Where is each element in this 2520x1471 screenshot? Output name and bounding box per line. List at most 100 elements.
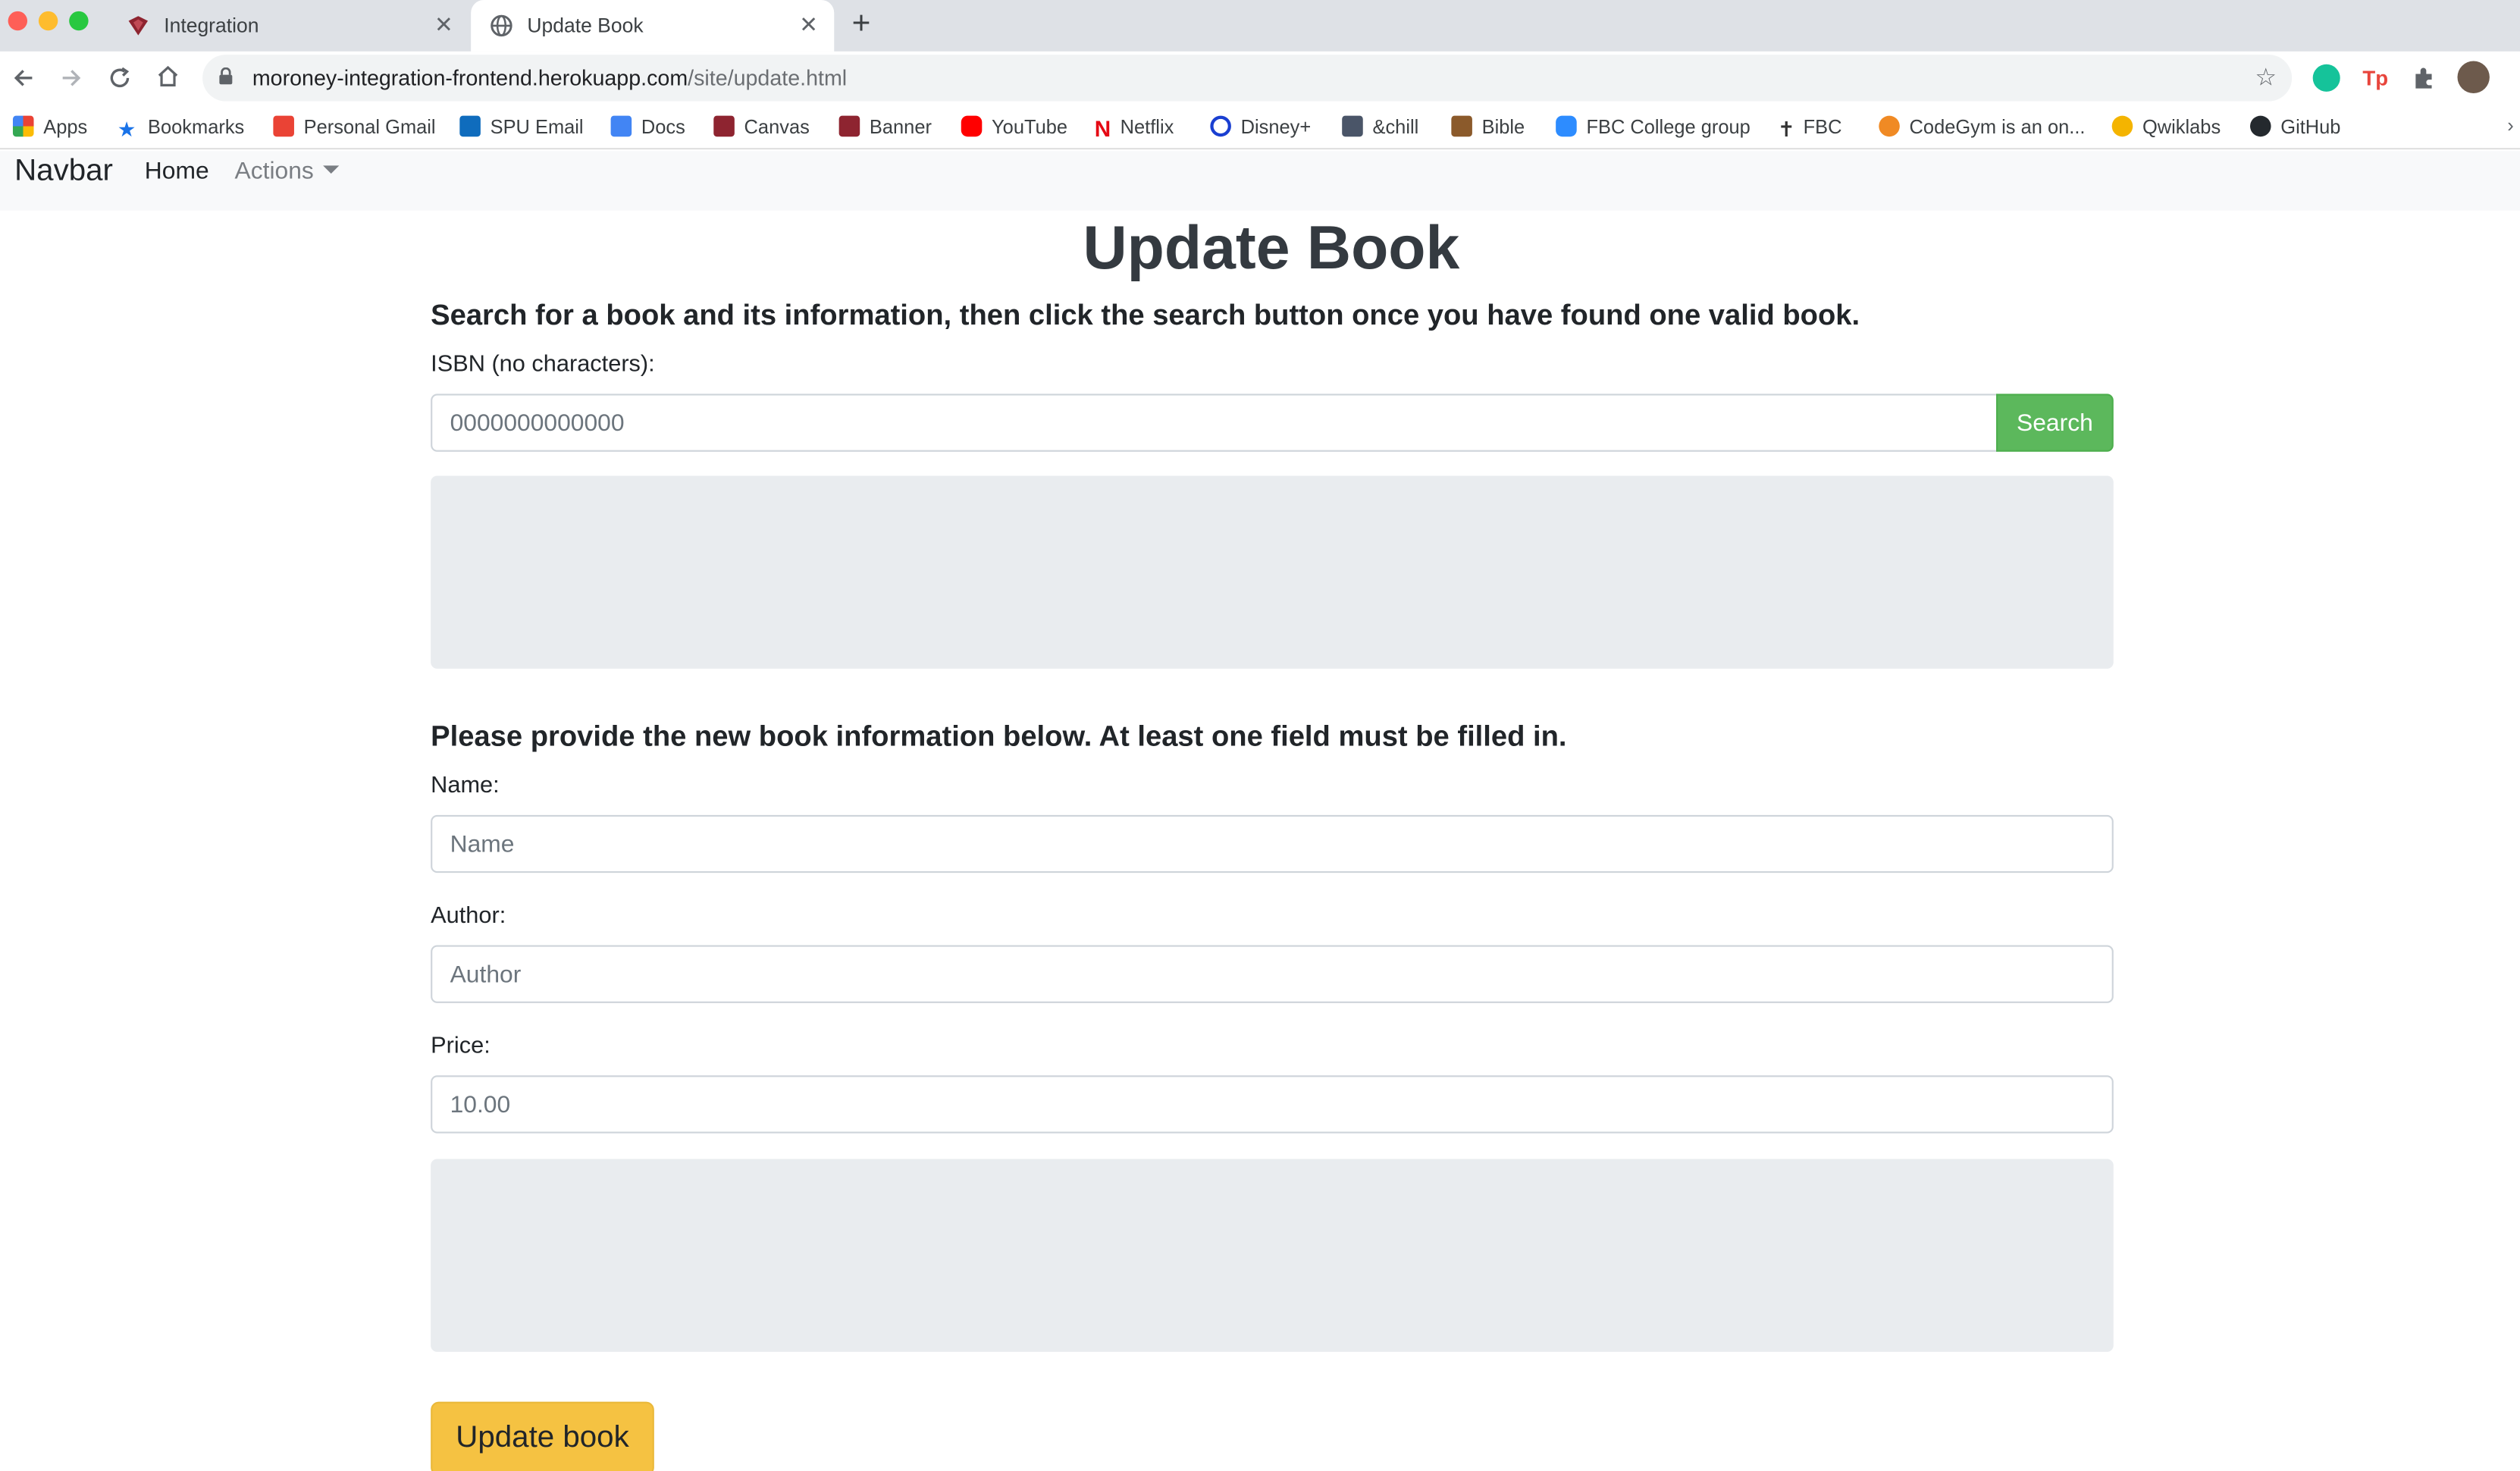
- bookmark-label: Disney+: [1240, 115, 1312, 139]
- bookmark-netflix[interactable]: N Netflix: [1095, 116, 1174, 140]
- nav-actions-label: Actions: [234, 157, 314, 185]
- tab-strip: Integration ✕ Update Book ✕ +: [0, 0, 2520, 52]
- caret-down-icon: [323, 165, 340, 174]
- bookmark-bible[interactable]: Bible: [1451, 115, 1525, 139]
- codegym-icon: [1879, 115, 1900, 137]
- maximize-window-button[interactable]: [69, 11, 89, 31]
- bookmark-fbc[interactable]: ✝ FBC: [1778, 116, 1842, 140]
- extensions-puzzle-icon[interactable]: [2411, 64, 2438, 92]
- bookmark-codegym[interactable]: CodeGym is an on...: [1879, 115, 2085, 138]
- bookmark-docs[interactable]: Docs: [610, 115, 685, 139]
- bookmark-label: GitHub: [2280, 115, 2341, 139]
- home-icon[interactable]: [156, 64, 180, 89]
- address-bar[interactable]: moroney-integration-frontend.herokuapp.c…: [202, 55, 2293, 102]
- bookmark-star-icon[interactable]: ☆: [2255, 63, 2277, 92]
- cross-icon: ✝: [1777, 117, 1795, 142]
- bookmark-spu-email[interactable]: SPU Email: [459, 115, 584, 139]
- bookmark-label: Bookmarks: [148, 115, 245, 139]
- bookmark-label: Netflix: [1120, 115, 1174, 139]
- gmail-icon: [273, 115, 294, 137]
- netflix-icon: N: [1094, 115, 1111, 142]
- outlook-icon: [459, 115, 481, 137]
- canvas-icon: [713, 115, 735, 137]
- bookmark-youtube[interactable]: YouTube: [961, 115, 1068, 139]
- new-tab-button[interactable]: +: [852, 6, 871, 43]
- disney-icon: [1210, 115, 1231, 137]
- bookmark-apps[interactable]: Apps: [12, 115, 88, 139]
- grammarly-icon[interactable]: [2312, 64, 2340, 92]
- bookmark-label: Personal Gmail: [303, 115, 436, 139]
- author-input[interactable]: [431, 945, 2114, 1003]
- bookmarks-bar: Apps ★ Bookmarks Personal Gmail SPU Email…: [0, 105, 2520, 150]
- tab-title: Update Book: [527, 14, 644, 37]
- update-instructions: Please provide the new book information …: [431, 720, 1567, 753]
- update-book-button[interactable]: Update book: [431, 1401, 654, 1471]
- price-input[interactable]: [431, 1075, 2114, 1134]
- bookmark-label: Docs: [641, 115, 685, 139]
- name-input[interactable]: [431, 814, 2114, 874]
- bookmark-label: Apps: [43, 115, 88, 139]
- bookmark-label: FBC College group: [1586, 115, 1751, 139]
- nav-home-link[interactable]: Home: [145, 158, 209, 185]
- tab-integration[interactable]: Integration ✕: [108, 0, 469, 52]
- bookmark-label: Canvas: [744, 115, 810, 139]
- bookmark-github[interactable]: GitHub: [2249, 115, 2341, 139]
- reload-icon[interactable]: [108, 66, 132, 90]
- bookmark-bookmarks[interactable]: ★ Bookmarks: [118, 116, 245, 140]
- isbn-input[interactable]: [431, 394, 1998, 452]
- qwiklabs-icon: [2111, 115, 2133, 137]
- minimize-window-button[interactable]: [38, 11, 58, 31]
- bookmark-banner[interactable]: Banner: [838, 115, 932, 139]
- nav-actions-dropdown[interactable]: Actions: [235, 158, 340, 185]
- bible-icon: [1451, 115, 1472, 137]
- youtube-icon: [961, 115, 983, 137]
- url-path: /site/update.html: [688, 65, 848, 90]
- update-result-panel: [431, 1159, 2114, 1352]
- bookmark-qwiklabs[interactable]: Qwiklabs: [2111, 115, 2221, 139]
- tab-title: Integration: [164, 14, 259, 37]
- isbn-label: ISBN (no characters):: [431, 352, 655, 378]
- tab-update-book[interactable]: Update Book ✕: [471, 0, 835, 52]
- browser-window: Integration ✕ Update Book ✕ + moroney-in…: [0, 0, 2520, 1471]
- bookmark-label: Bible: [1481, 115, 1525, 139]
- author-label: Author:: [431, 903, 506, 930]
- close-tab-icon[interactable]: ✕: [799, 11, 818, 39]
- bookmark-fbc-college-group[interactable]: FBC College group: [1556, 115, 1751, 139]
- price-label: Price:: [431, 1033, 491, 1060]
- url-host: moroney-integration-frontend.herokuapp.c…: [252, 65, 688, 90]
- close-tab-icon[interactable]: ✕: [434, 11, 453, 39]
- bookmark-label: Banner: [869, 115, 932, 139]
- page-title: Update Book: [1083, 215, 1460, 284]
- bookmark-disney[interactable]: Disney+: [1210, 115, 1312, 139]
- lock-icon: [219, 67, 233, 85]
- bookmark-personal-gmail[interactable]: Personal Gmail: [273, 115, 436, 139]
- apps-grid-icon: [12, 115, 34, 137]
- back-icon[interactable]: [11, 66, 36, 90]
- search-instructions: Search for a book and its information, t…: [431, 299, 1860, 331]
- search-result-panel: [431, 475, 2114, 669]
- profile-avatar[interactable]: [2457, 61, 2490, 93]
- bookmark-label: Qwiklabs: [2142, 115, 2221, 139]
- star-icon: ★: [117, 117, 136, 142]
- zoom-icon: [1556, 115, 1577, 137]
- navbar-brand[interactable]: Navbar: [14, 155, 113, 190]
- more-bookmarks-icon[interactable]: ›: [2507, 114, 2513, 137]
- bookmark-canvas[interactable]: Canvas: [713, 115, 810, 139]
- bookmark-chill[interactable]: &chill: [1342, 115, 1419, 139]
- search-button[interactable]: Search: [1996, 394, 2114, 452]
- forward-icon[interactable]: [59, 66, 83, 90]
- name-label: Name:: [431, 773, 500, 799]
- banner-icon: [838, 115, 860, 137]
- canvas-icon: [128, 16, 149, 36]
- bookmark-label: YouTube: [992, 115, 1068, 139]
- bookmark-label: SPU Email: [490, 115, 584, 139]
- teleparty-icon[interactable]: Tp: [2362, 66, 2388, 90]
- bookmark-label: FBC: [1803, 115, 1842, 139]
- docs-icon: [610, 115, 632, 137]
- chill-icon: [1342, 115, 1363, 137]
- browser-toolbar: moroney-integration-frontend.herokuapp.c…: [0, 51, 2520, 106]
- url-text: moroney-integration-frontend.herokuapp.c…: [252, 66, 847, 90]
- globe-icon: [491, 14, 512, 37]
- close-window-button[interactable]: [8, 11, 28, 31]
- bookmark-label: &chill: [1372, 115, 1419, 139]
